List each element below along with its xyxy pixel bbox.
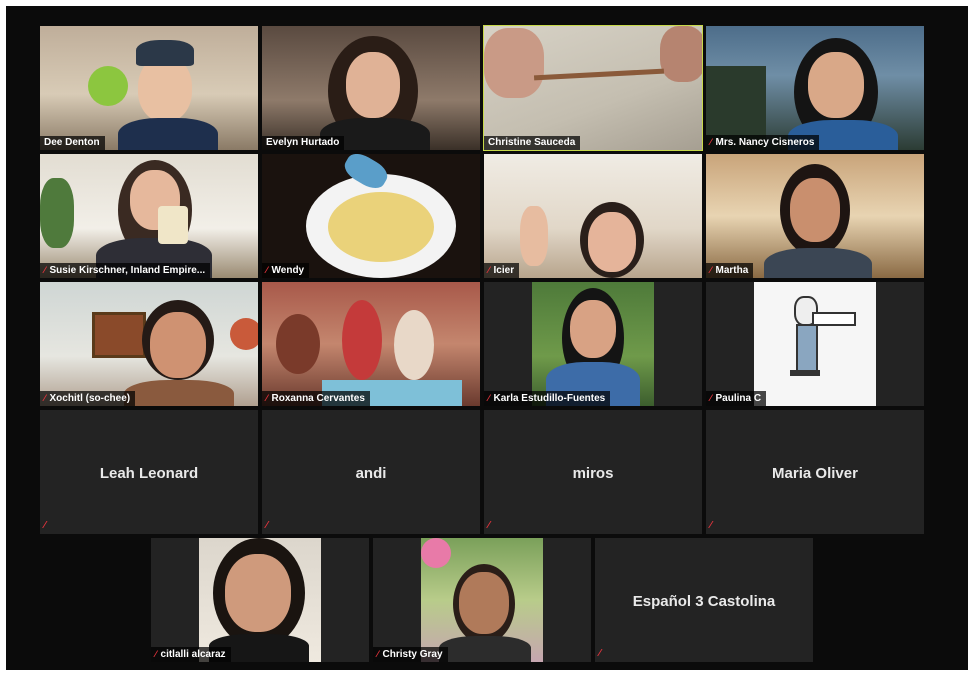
mic-muted-icon: ⁄: [710, 137, 712, 147]
participant-tile-icier[interactable]: ⁄ Icier: [484, 154, 702, 278]
mic-muted-icon: ⁄: [266, 520, 268, 531]
participant-tile-maria-oliver[interactable]: Maria Oliver ⁄: [706, 410, 924, 534]
mic-muted-icon: ⁄: [488, 393, 490, 403]
video-feed: [532, 282, 654, 406]
participant-tile-leah-leonard[interactable]: Leah Leonard ⁄: [40, 410, 258, 534]
video-feed: [262, 154, 480, 278]
mic-muted-icon: ⁄: [599, 648, 601, 659]
mic-muted-icon: ⁄: [488, 520, 490, 531]
mic-muted-icon: ⁄: [710, 520, 712, 531]
video-feed: [40, 26, 258, 150]
participant-tile-susie-kirschner[interactable]: ⁄ Susie Kirschner, Inland Empire...: [40, 154, 258, 278]
participant-tile-christine-sauceda[interactable]: Christine Sauceda: [483, 25, 703, 151]
video-feed: [262, 26, 480, 150]
participant-name: Christine Sauceda: [484, 136, 581, 150]
participant-tile-karla-estudillo-fuentes[interactable]: ⁄ Karla Estudillo-Fuentes: [484, 282, 702, 406]
participant-tile-citlalli-alcaraz[interactable]: ⁄ citlalli alcaraz: [151, 538, 369, 662]
participant-name: ⁄ Karla Estudillo-Fuentes: [484, 391, 611, 406]
participant-tile-paulina-c[interactable]: ⁄ Paulina C: [706, 282, 924, 406]
participant-name: ⁄ citlalli alcaraz: [151, 647, 231, 662]
participant-tile-christy-gray[interactable]: ⁄ Christy Gray: [373, 538, 591, 662]
video-feed: [262, 282, 480, 406]
mic-muted-icon: ⁄: [710, 393, 712, 403]
participant-tile-roxanna-cervantes[interactable]: ⁄ Roxanna Cervantes: [262, 282, 480, 406]
video-feed: [706, 154, 924, 278]
participant-name: ⁄ Susie Kirschner, Inland Empire...: [40, 263, 211, 278]
participant-tile-dee-denton[interactable]: Dee Denton: [40, 26, 258, 150]
gallery-view: Dee Denton Evelyn Hurtado Christine Sauc…: [6, 6, 968, 670]
participant-tile-evelyn-hurtado[interactable]: Evelyn Hurtado: [262, 26, 480, 150]
participant-tile-xochitl[interactable]: ⁄ Xochitl (so-chee): [40, 282, 258, 406]
participant-name: ⁄ Icier: [484, 263, 520, 278]
video-feed: [421, 538, 543, 662]
mic-muted-icon: ⁄: [44, 520, 46, 531]
mic-muted-icon: ⁄: [710, 265, 712, 275]
participant-name: ⁄ Roxanna Cervantes: [262, 391, 370, 406]
video-feed: [484, 154, 702, 278]
participant-name: andi: [355, 464, 387, 482]
participant-name: ⁄ Paulina C: [706, 391, 767, 406]
video-feed: [40, 154, 258, 278]
mic-muted-icon: ⁄: [155, 649, 157, 659]
participant-tile-wendy[interactable]: ⁄ Wendy: [262, 154, 480, 278]
participant-name: Maria Oliver: [772, 464, 858, 482]
mic-muted-icon: ⁄: [44, 393, 46, 403]
mic-muted-icon: ⁄: [44, 265, 46, 275]
participant-name: ⁄ Wendy: [262, 263, 310, 278]
participant-name: miros: [572, 464, 614, 482]
video-feed: [199, 538, 321, 662]
participant-name: ⁄ Xochitl (so-chee): [40, 391, 136, 406]
mic-muted-icon: ⁄: [266, 265, 268, 275]
participant-name: Evelyn Hurtado: [262, 136, 345, 150]
mic-muted-icon: ⁄: [488, 265, 490, 275]
participant-name: Leah Leonard: [99, 464, 199, 482]
participant-tile-andi[interactable]: andi ⁄: [262, 410, 480, 534]
participant-tile-martha[interactable]: ⁄ Martha: [706, 154, 924, 278]
participant-name: ⁄ Mrs. Nancy Cisneros: [706, 135, 820, 150]
profile-picture: [754, 282, 876, 406]
mic-muted-icon: ⁄: [266, 393, 268, 403]
participant-name: ⁄ Christy Gray: [373, 647, 448, 662]
participant-name: ⁄ Martha: [706, 263, 754, 278]
participant-name: Español 3 Castolina: [632, 592, 776, 610]
video-feed: [40, 282, 258, 406]
participant-tile-miros[interactable]: miros ⁄: [484, 410, 702, 534]
participant-name: Dee Denton: [40, 136, 105, 150]
video-feed: [484, 26, 702, 150]
participant-tile-espanol-3-castolina[interactable]: Español 3 Castolina ⁄: [595, 538, 813, 662]
participant-tile-nancy-cisneros[interactable]: ⁄ Mrs. Nancy Cisneros: [706, 26, 924, 150]
video-feed: [706, 26, 924, 150]
mic-muted-icon: ⁄: [377, 649, 379, 659]
